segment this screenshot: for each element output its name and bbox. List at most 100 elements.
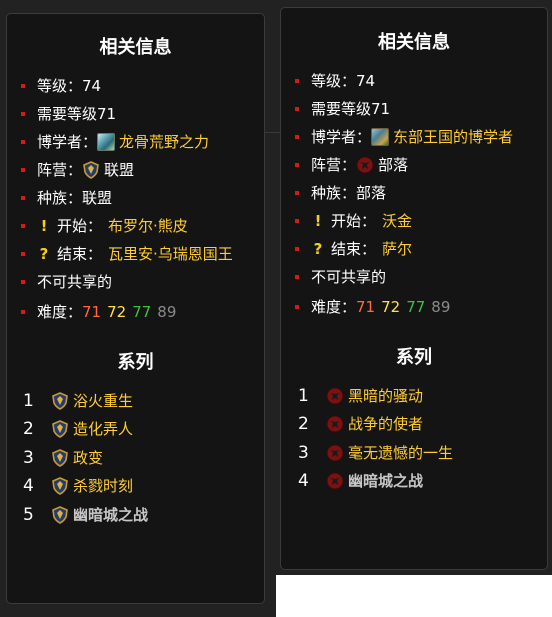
shareable-row: 不可共享的 bbox=[295, 266, 386, 288]
series-item: 1 黑暗的骚动 bbox=[298, 384, 423, 408]
end-npc-link[interactable]: 萨尔 bbox=[382, 238, 412, 260]
end-row: ? 结束： 萨尔 bbox=[295, 238, 412, 260]
series-item: 2 造化弄人 bbox=[23, 417, 133, 441]
series-number: 2 bbox=[23, 419, 34, 439]
series-item: 1 浴火重生 bbox=[23, 389, 133, 413]
loremaster-label: 博学者： bbox=[311, 128, 372, 146]
bullet bbox=[295, 191, 299, 195]
bullet bbox=[295, 247, 299, 251]
series-item: 3 毫无遗憾的一生 bbox=[298, 441, 453, 465]
start-npc-link[interactable]: 布罗尔·熊皮 bbox=[108, 215, 188, 237]
series-number: 4 bbox=[23, 476, 34, 496]
level-row: 等级： 74 bbox=[21, 75, 101, 97]
alliance-crest-icon bbox=[82, 161, 100, 179]
loremaster-link[interactable]: 龙骨荒野之力 bbox=[119, 131, 209, 153]
page-background-corner bbox=[276, 575, 552, 617]
end-npc-link[interactable]: 瓦里安·乌瑞恩国王 bbox=[108, 243, 233, 265]
series-number: 4 bbox=[298, 471, 309, 491]
difficulty-yellow: 72 bbox=[381, 298, 401, 316]
panel-title: 相关信息 bbox=[99, 37, 172, 58]
loremaster-achievement-icon[interactable] bbox=[371, 128, 390, 146]
loremaster-link[interactable]: 东部王国的博学者 bbox=[393, 126, 513, 148]
faction-row: 阵营： 部落 bbox=[295, 154, 408, 176]
shareable-text: 不可共享的 bbox=[311, 268, 387, 286]
start-row: ! 开始： 沃金 bbox=[295, 210, 412, 232]
series-quest-link[interactable]: 黑暗的骚动 bbox=[348, 384, 423, 408]
end-label: 结束： bbox=[57, 245, 103, 263]
race-label: 种族： bbox=[311, 184, 357, 202]
level-label: 等级： bbox=[311, 72, 357, 90]
series-quest-link[interactable]: 政变 bbox=[73, 446, 103, 470]
faction-label: 阵营： bbox=[311, 156, 357, 174]
bullet bbox=[21, 168, 25, 172]
series-item-current: 5 幽暗城之战 bbox=[23, 503, 148, 527]
faction-value: 部落 bbox=[378, 156, 409, 174]
alliance-crest-icon bbox=[51, 449, 69, 467]
bullet bbox=[295, 79, 299, 83]
series-current-quest: 幽暗城之战 bbox=[348, 472, 424, 490]
required-level: 需要等级71 bbox=[311, 100, 391, 118]
bullet bbox=[295, 135, 299, 139]
difficulty-gray: 89 bbox=[157, 303, 177, 321]
question-icon: ? bbox=[313, 240, 323, 258]
race-row: 种族： 部落 bbox=[295, 182, 386, 204]
bullet bbox=[295, 219, 299, 223]
bullet bbox=[295, 107, 299, 111]
related-info-panel-horde: 相关信息 等级： 74 需要等级71 博学者： 东部王国的博学者 阵营： 部落 bbox=[280, 7, 548, 570]
bullet bbox=[21, 310, 25, 314]
horde-crest-icon bbox=[326, 415, 344, 433]
level-label: 等级： bbox=[37, 77, 83, 95]
horde-crest-icon bbox=[356, 156, 374, 174]
loremaster-achievement-icon[interactable] bbox=[97, 133, 116, 151]
series-quest-link[interactable]: 造化弄人 bbox=[73, 417, 133, 441]
faction-label: 阵营： bbox=[37, 161, 83, 179]
difficulty-orange: 71 bbox=[82, 303, 102, 321]
series-item-current: 4 幽暗城之战 bbox=[298, 469, 423, 493]
level-value: 74 bbox=[356, 72, 376, 90]
series-quest-link[interactable]: 杀戮时刻 bbox=[73, 474, 133, 498]
bullet bbox=[21, 196, 25, 200]
question-icon: ? bbox=[39, 245, 49, 263]
series-current-quest: 幽暗城之战 bbox=[73, 506, 149, 524]
required-level: 需要等级71 bbox=[37, 105, 117, 123]
race-value: 部落 bbox=[356, 184, 387, 202]
series-number: 3 bbox=[298, 443, 309, 463]
difficulty-green: 77 bbox=[406, 298, 426, 316]
start-npc-link[interactable]: 沃金 bbox=[382, 210, 412, 232]
required-level-row: 需要等级71 bbox=[21, 103, 116, 125]
series-number: 1 bbox=[298, 386, 309, 406]
series-item: 4 杀戮时刻 bbox=[23, 474, 133, 498]
start-row: ! 开始： 布罗尔·熊皮 bbox=[21, 215, 188, 237]
series-title: 系列 bbox=[117, 352, 154, 373]
end-row: ? 结束： 瓦里安·乌瑞恩国王 bbox=[21, 243, 233, 265]
required-level-row: 需要等级71 bbox=[295, 98, 390, 120]
level-value: 74 bbox=[82, 77, 102, 95]
level-row: 等级： 74 bbox=[295, 70, 375, 92]
race-label: 种族： bbox=[37, 189, 83, 207]
shareable-row: 不可共享的 bbox=[21, 271, 112, 293]
loremaster-label: 博学者： bbox=[37, 133, 98, 151]
bullet bbox=[21, 224, 25, 228]
alliance-crest-icon bbox=[51, 477, 69, 495]
faction-value: 联盟 bbox=[104, 161, 135, 179]
bullet bbox=[21, 140, 25, 144]
series-number: 3 bbox=[23, 448, 34, 468]
bullet bbox=[295, 163, 299, 167]
related-info-panel-alliance: 相关信息 等级： 74 需要等级71 博学者： 龙骨荒野之力 阵营： 联盟 种族… bbox=[6, 13, 265, 604]
difficulty-row: 难度： 71 72 77 89 bbox=[21, 301, 176, 323]
series-quest-link[interactable]: 战争的使者 bbox=[348, 412, 423, 436]
horde-crest-icon bbox=[326, 444, 344, 462]
series-number: 1 bbox=[23, 391, 34, 411]
series-number: 2 bbox=[298, 414, 309, 434]
panel-title: 相关信息 bbox=[378, 32, 450, 53]
horde-crest-icon bbox=[326, 387, 344, 405]
bullet bbox=[21, 252, 25, 256]
series-title: 系列 bbox=[396, 347, 432, 368]
series-number: 5 bbox=[23, 505, 34, 525]
start-label: 开始： bbox=[331, 212, 377, 230]
bullet bbox=[21, 112, 25, 116]
series-quest-link[interactable]: 浴火重生 bbox=[73, 389, 133, 413]
alliance-crest-icon bbox=[51, 392, 69, 410]
series-item: 2 战争的使者 bbox=[298, 412, 423, 436]
series-quest-link[interactable]: 毫无遗憾的一生 bbox=[348, 441, 453, 465]
